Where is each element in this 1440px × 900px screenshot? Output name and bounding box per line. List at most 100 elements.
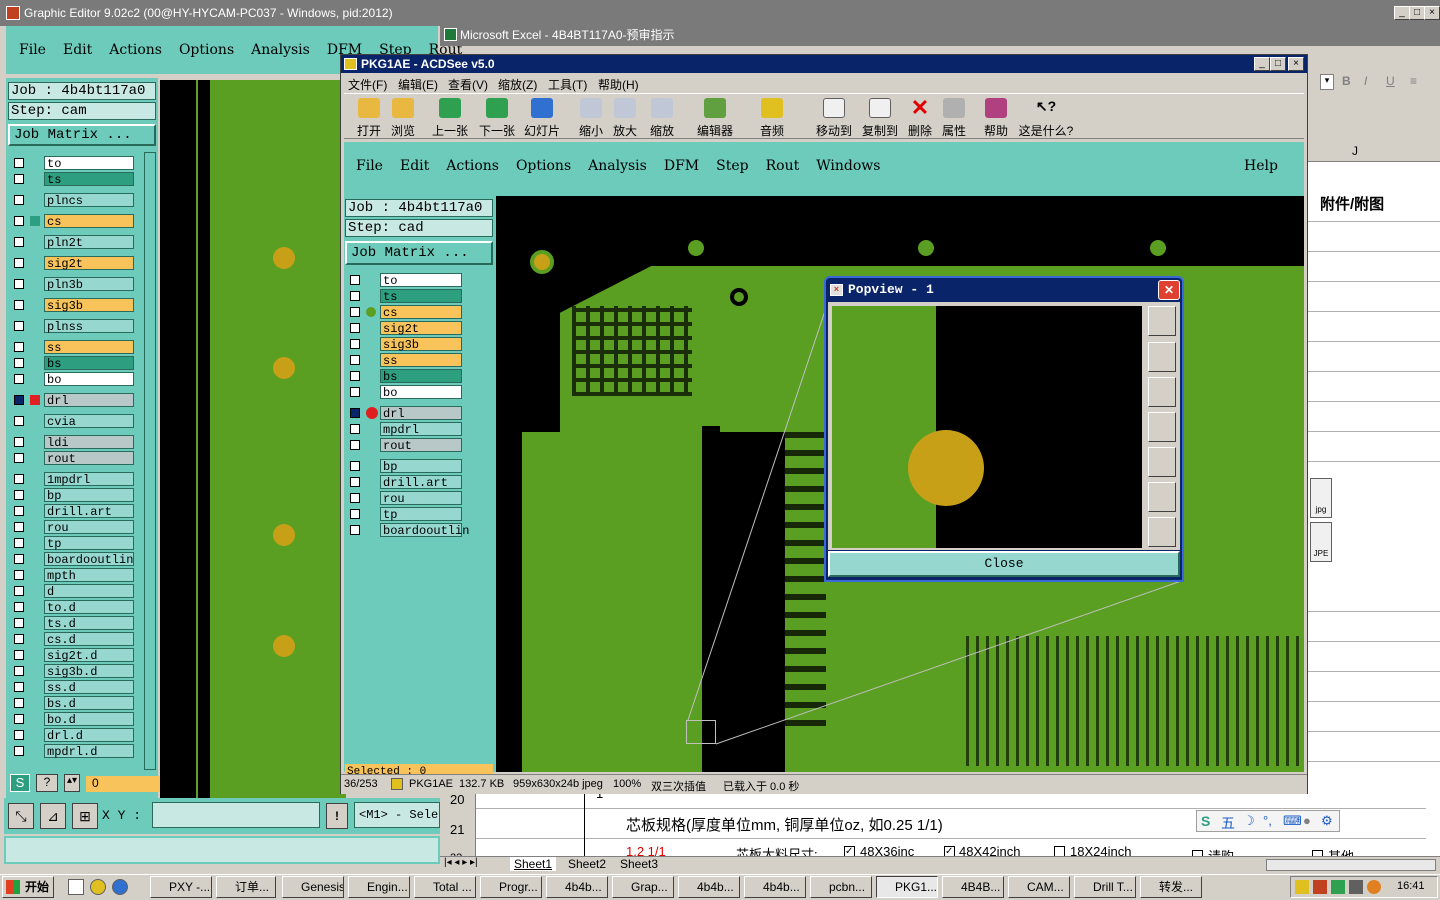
ge-canvas[interactable] [210, 80, 346, 798]
spec-cell[interactable]: 芯板规格(厚度单位mm, 铜厚单位oz, 如0.25 1/1) [626, 814, 943, 835]
menu-tools-cn[interactable]: 工具(T) [548, 76, 587, 93]
layer-bs-d[interactable]: bs.d [44, 696, 134, 711]
inner-menu-edit[interactable]: Edit [400, 158, 429, 174]
inner-layer-cs[interactable]: cs [380, 305, 462, 320]
embedded-image-icon[interactable]: JPE [1310, 522, 1332, 562]
maximize-button[interactable]: □ [1409, 6, 1425, 20]
sheet-tab-2[interactable]: Sheet2 [564, 857, 610, 871]
inner-layer-drl[interactable]: drl [380, 406, 462, 421]
excel-grid-right[interactable]: 附件/附图 jpg JPE [1306, 162, 1440, 798]
audio-button[interactable]: 音频 [752, 98, 792, 139]
menu-analysis[interactable]: Analysis [251, 42, 310, 58]
underline-icon[interactable]: U [1386, 74, 1395, 88]
task-item[interactable]: Drill T... [1074, 876, 1136, 898]
inner-layer-tp[interactable]: tp [380, 507, 462, 522]
layer-to[interactable]: to [44, 156, 134, 171]
inner-layer-mpdrl[interactable]: mpdrl [380, 422, 462, 437]
layer-bo[interactable]: bo [44, 372, 134, 387]
acdsee-close-button[interactable]: × [1288, 57, 1304, 71]
help-icon[interactable]: ? [36, 774, 58, 792]
task-item[interactable]: 4b4b... [546, 876, 608, 898]
layer-d[interactable]: d [44, 584, 134, 599]
layer-ts[interactable]: ts [44, 172, 134, 187]
job-matrix-button[interactable]: Job Matrix ... [8, 124, 156, 146]
task-item[interactable]: 4B4B... [942, 876, 1004, 898]
pointer-tool-icon[interactable]: ⤡ [8, 803, 34, 829]
minimize-button[interactable]: _ [1394, 6, 1410, 20]
inner-menu-windows[interactable]: Windows [816, 158, 880, 174]
embedded-image-icon[interactable]: jpg [1310, 478, 1332, 518]
inner-menu-dfm[interactable]: DFM [664, 158, 699, 174]
whats-this-button[interactable]: ↖? 这是什么? [1018, 98, 1074, 139]
inner-layer-bp[interactable]: bp [380, 459, 462, 474]
close-button[interactable]: × [1424, 6, 1440, 20]
popview-tool-icon[interactable] [1148, 306, 1176, 336]
quicklaunch-icon[interactable] [112, 879, 128, 895]
measure-tool-icon[interactable]: ⊿ [40, 803, 66, 829]
layer-cs[interactable]: cs [44, 214, 134, 229]
inner-layer-rout[interactable]: rout [380, 438, 462, 453]
task-item[interactable]: Grap... [612, 876, 674, 898]
quicklaunch-icon[interactable] [68, 879, 84, 895]
task-item-active[interactable]: PKG1... [876, 876, 938, 898]
task-item[interactable]: PXY -... [150, 876, 212, 898]
inner-menu-step[interactable]: Step [716, 158, 748, 174]
popview-canvas-black[interactable] [936, 306, 1142, 548]
bold-icon[interactable]: B [1342, 74, 1351, 88]
layer-sig3b-d[interactable]: sig3b.d [44, 664, 134, 679]
acdsee-maximize-button[interactable]: □ [1270, 57, 1286, 71]
layer-cs-d[interactable]: cs.d [44, 632, 134, 647]
inner-layer-ss[interactable]: ss [380, 353, 462, 368]
layer-rout[interactable]: rout [44, 451, 134, 466]
layer-plncs[interactable]: plncs [44, 193, 134, 208]
task-item[interactable]: CAM... [1008, 876, 1070, 898]
popview-tool-icon[interactable] [1148, 517, 1176, 547]
menu-view-cn[interactable]: 查看(V) [448, 76, 488, 93]
sheet-nav-icon[interactable]: |◂ ◂ ▸ ▸| [444, 857, 478, 868]
inner-menu-help[interactable]: Help [1244, 158, 1278, 174]
start-button[interactable]: 开始 [2, 876, 54, 898]
layer-rou[interactable]: rou [44, 520, 134, 535]
task-item[interactable]: 4b4b... [744, 876, 806, 898]
task-item[interactable]: 转发... [1140, 876, 1202, 898]
popview-tool-icon[interactable] [1148, 342, 1176, 372]
acdsee-minimize-button[interactable]: _ [1254, 57, 1270, 71]
italic-icon[interactable]: I [1364, 74, 1367, 88]
task-item[interactable]: 订单... [216, 876, 276, 898]
layer-cvia[interactable]: cvia [44, 414, 134, 429]
help-button[interactable]: 帮助 [976, 98, 1016, 139]
slideshow-button[interactable]: 幻灯片 [522, 98, 562, 139]
inner-layer-sig3b[interactable]: sig3b [380, 337, 462, 352]
layer-tp[interactable]: tp [44, 536, 134, 551]
info-icon[interactable]: ! [326, 803, 348, 829]
inner-layer-to[interactable]: to [380, 273, 462, 288]
ime-icon[interactable]: S [10, 774, 30, 792]
popview-tool-icon[interactable] [1148, 482, 1176, 512]
layer-drl[interactable]: drl [44, 393, 134, 408]
inner-menu-actions[interactable]: Actions [446, 158, 499, 174]
quicklaunch-icon[interactable] [90, 879, 106, 895]
browse-button[interactable]: 浏览 [383, 98, 423, 139]
keyboard-icon[interactable]: ⌨ [1283, 813, 1302, 829]
menu-edit[interactable]: Edit [63, 42, 92, 58]
layer-bo-d[interactable]: bo.d [44, 712, 134, 727]
wrench-icon[interactable]: ⚙ [1321, 813, 1333, 829]
task-item[interactable]: Progr... [480, 876, 542, 898]
tray-icon[interactable] [1313, 880, 1327, 894]
popview-close-icon[interactable]: ✕ [1158, 280, 1180, 300]
inner-menu-analysis[interactable]: Analysis [588, 158, 647, 174]
inner-layer-bs[interactable]: bs [380, 369, 462, 384]
user-icon[interactable]: ● [1303, 813, 1311, 828]
layer-sig3b[interactable]: sig3b [44, 298, 134, 313]
popview-canvas-green[interactable] [832, 306, 936, 548]
copy-to-button[interactable]: 复制到 [860, 98, 900, 139]
popview-close-button[interactable]: Close [828, 551, 1180, 577]
xy-input[interactable] [152, 802, 320, 828]
task-item[interactable]: Engin... [348, 876, 410, 898]
move-to-button[interactable]: 移动到 [814, 98, 854, 139]
menu-options[interactable]: Options [179, 42, 234, 58]
layer-pln3b[interactable]: pln3b [44, 277, 134, 292]
inner-layer-rou[interactable]: rou [380, 491, 462, 506]
layer-mpth[interactable]: mpth [44, 568, 134, 583]
layer-ts-d[interactable]: ts.d [44, 616, 134, 631]
